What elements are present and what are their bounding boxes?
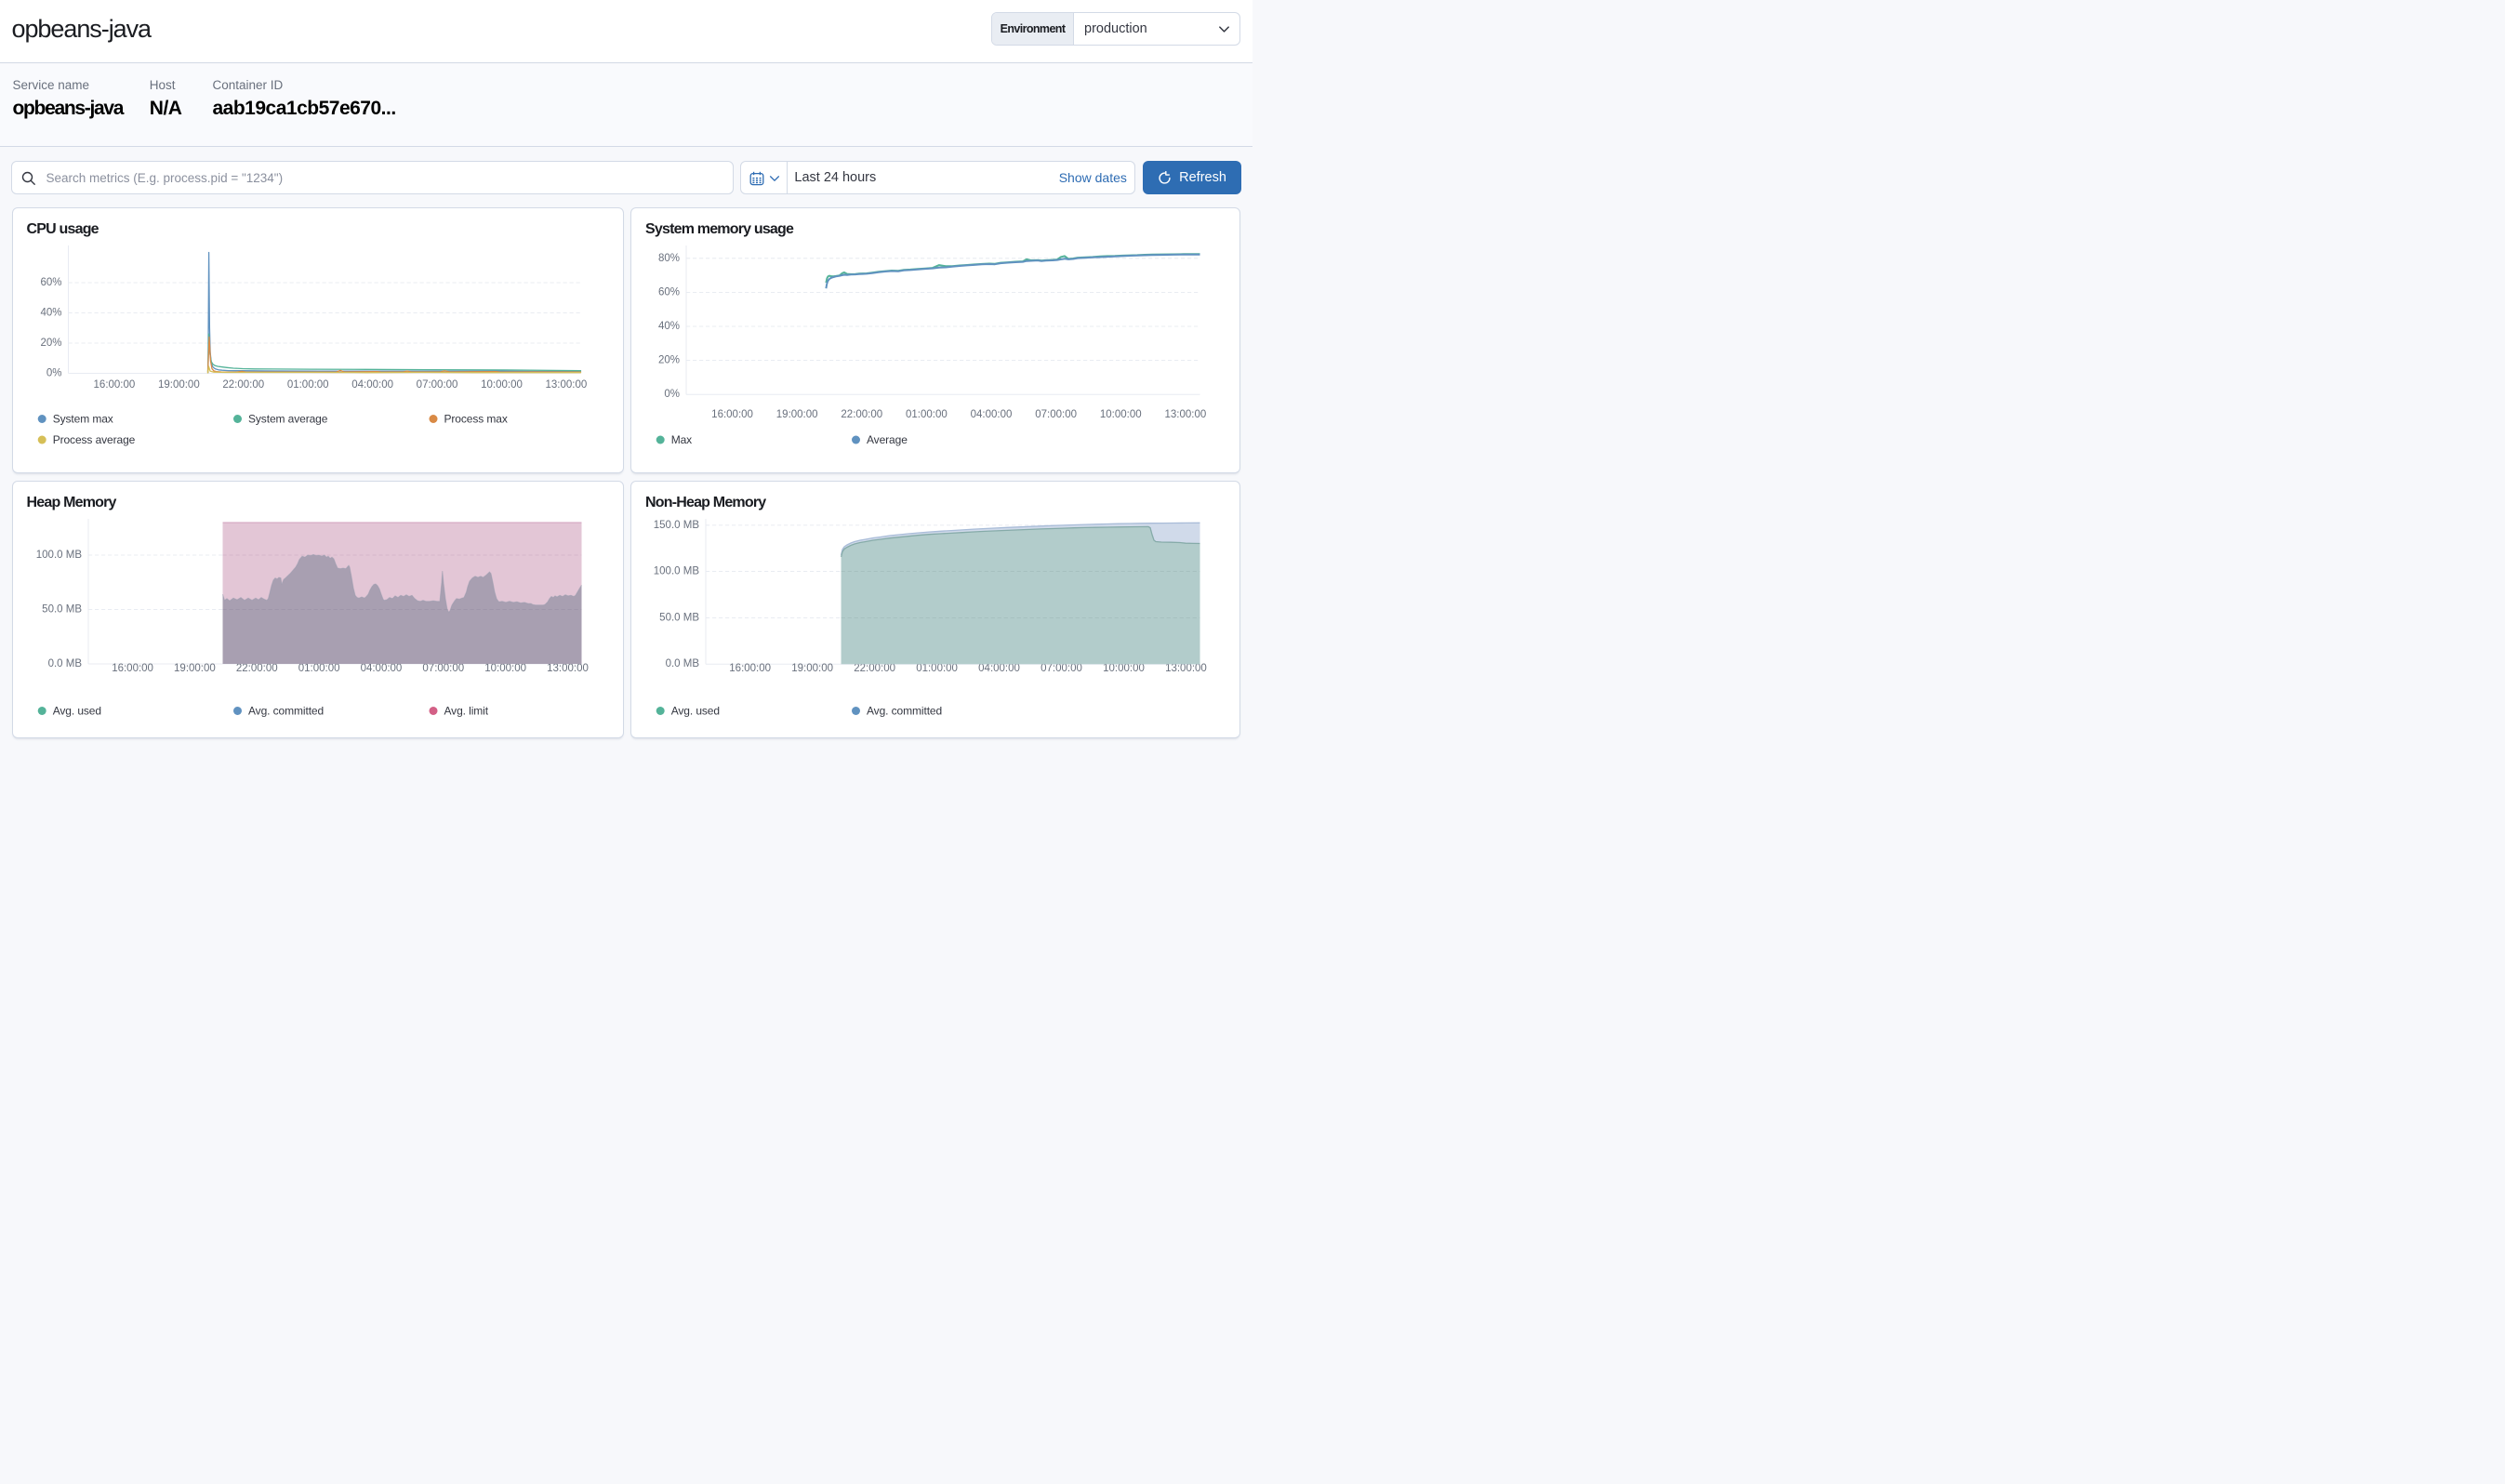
svg-text:Avg. used: Avg. used xyxy=(52,704,100,717)
svg-text:01:00:00: 01:00:00 xyxy=(916,663,958,674)
svg-text:100.0 MB: 100.0 MB xyxy=(35,550,82,561)
svg-text:0.0 MB: 0.0 MB xyxy=(666,658,700,669)
svg-text:0%: 0% xyxy=(46,367,61,378)
svg-text:04:00:00: 04:00:00 xyxy=(351,379,393,391)
svg-text:10:00:00: 10:00:00 xyxy=(484,663,526,674)
svg-text:0.0 MB: 0.0 MB xyxy=(47,658,82,669)
svg-text:07:00:00: 07:00:00 xyxy=(416,379,457,391)
svg-text:System average: System average xyxy=(248,412,328,425)
svg-text:22:00:00: 22:00:00 xyxy=(841,409,882,420)
svg-text:22:00:00: 22:00:00 xyxy=(854,663,895,674)
svg-text:150.0 MB: 150.0 MB xyxy=(654,519,700,530)
svg-text:22:00:00: 22:00:00 xyxy=(222,379,264,391)
svg-text:01:00:00: 01:00:00 xyxy=(286,379,328,391)
svg-text:Avg. used: Avg. used xyxy=(671,704,720,717)
svg-text:19:00:00: 19:00:00 xyxy=(776,409,818,420)
svg-text:Max: Max xyxy=(671,433,692,446)
svg-text:16:00:00: 16:00:00 xyxy=(93,379,135,391)
svg-text:60%: 60% xyxy=(40,277,61,288)
svg-text:19:00:00: 19:00:00 xyxy=(157,379,199,391)
svg-text:22:00:00: 22:00:00 xyxy=(235,663,277,674)
svg-text:04:00:00: 04:00:00 xyxy=(978,663,1020,674)
svg-text:50.0 MB: 50.0 MB xyxy=(659,612,699,623)
svg-text:0%: 0% xyxy=(664,389,680,400)
svg-text:Process max: Process max xyxy=(444,412,507,425)
svg-text:System max: System max xyxy=(52,412,113,425)
svg-text:07:00:00: 07:00:00 xyxy=(422,663,464,674)
svg-text:50.0 MB: 50.0 MB xyxy=(42,603,82,615)
svg-text:16:00:00: 16:00:00 xyxy=(711,409,753,420)
svg-text:20%: 20% xyxy=(658,354,680,365)
svg-text:13:00:00: 13:00:00 xyxy=(545,379,587,391)
svg-text:10:00:00: 10:00:00 xyxy=(481,379,523,391)
svg-text:16:00:00: 16:00:00 xyxy=(112,663,153,674)
svg-text:Process average: Process average xyxy=(52,433,135,446)
svg-text:19:00:00: 19:00:00 xyxy=(174,663,216,674)
svg-text:13:00:00: 13:00:00 xyxy=(1165,663,1207,674)
svg-text:60%: 60% xyxy=(658,286,680,298)
svg-text:01:00:00: 01:00:00 xyxy=(906,409,948,420)
svg-text:07:00:00: 07:00:00 xyxy=(1035,409,1077,420)
svg-text:Average: Average xyxy=(867,433,908,446)
svg-text:40%: 40% xyxy=(658,321,680,332)
svg-text:07:00:00: 07:00:00 xyxy=(1040,663,1082,674)
svg-text:01:00:00: 01:00:00 xyxy=(298,663,339,674)
svg-text:80%: 80% xyxy=(658,252,680,263)
svg-text:Avg. committed: Avg. committed xyxy=(867,704,942,717)
svg-text:100.0 MB: 100.0 MB xyxy=(654,565,700,576)
svg-text:19:00:00: 19:00:00 xyxy=(791,663,833,674)
svg-text:13:00:00: 13:00:00 xyxy=(1164,409,1206,420)
svg-text:Avg. limit: Avg. limit xyxy=(444,704,488,717)
svg-text:40%: 40% xyxy=(40,307,61,318)
svg-text:10:00:00: 10:00:00 xyxy=(1100,409,1142,420)
svg-text:10:00:00: 10:00:00 xyxy=(1103,663,1145,674)
svg-text:04:00:00: 04:00:00 xyxy=(971,409,1013,420)
svg-text:20%: 20% xyxy=(40,338,61,349)
svg-text:16:00:00: 16:00:00 xyxy=(729,663,771,674)
svg-text:04:00:00: 04:00:00 xyxy=(360,663,402,674)
svg-text:Avg. committed: Avg. committed xyxy=(248,704,324,717)
svg-text:13:00:00: 13:00:00 xyxy=(547,663,589,674)
